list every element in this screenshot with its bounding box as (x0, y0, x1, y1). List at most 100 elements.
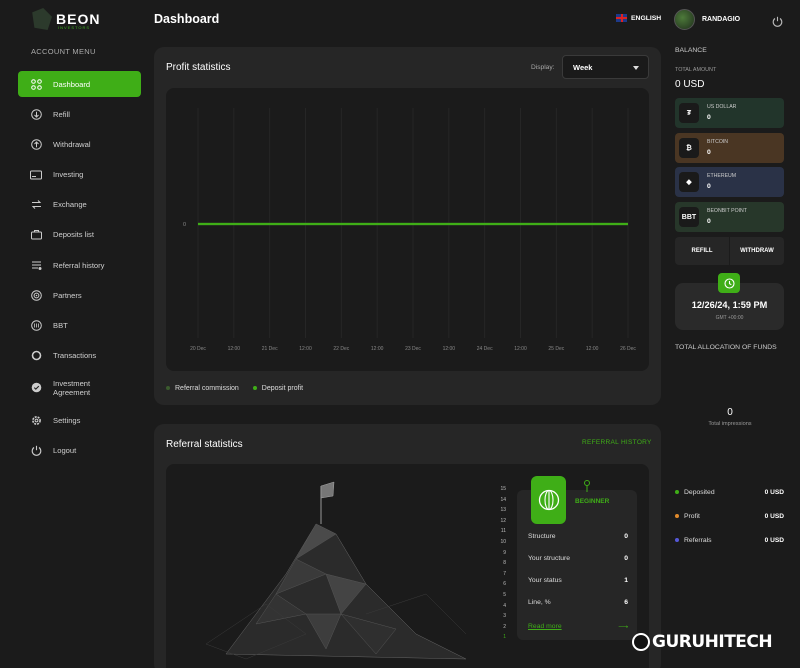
sidebar-item-referral-history[interactable]: Referral history (18, 252, 141, 278)
chart-legend: Referral commission Deposit profit (166, 385, 303, 392)
upload-icon (30, 138, 42, 150)
row-label: Referrals (684, 537, 712, 544)
profit-statistics-card: Profit statistics Display: Week 20 Dec 12… (154, 47, 661, 405)
refill-button[interactable]: REFILL (675, 237, 729, 265)
row-label: Structure (528, 533, 556, 540)
row-value: 1 (624, 577, 628, 584)
target-icon (30, 289, 42, 301)
sidebar-item-deposits-list[interactable]: Deposits list (18, 222, 141, 248)
referral-panel: 15 14 13 12 11 10 9 8 7 6 5 4 3 2 1 BEGI… (166, 464, 649, 668)
clock-icon (718, 273, 740, 293)
wallet-us-dollar[interactable]: ₮ US DOLLAR 0 (675, 98, 784, 128)
uk-flag-icon (616, 14, 627, 22)
total-amount-label: TOTAL AMOUNT (675, 67, 717, 73)
x-tick-label: 25 Dec (548, 346, 564, 352)
ethereum-icon: ◆ (679, 172, 699, 192)
sidebar: BEON INVESTORS ACCOUNT MENU Dashboard Re… (0, 0, 150, 668)
level-tick: 12 (500, 517, 506, 524)
sidebar-item-label: Withdrawal (53, 139, 91, 149)
level-tick: 2 (503, 623, 506, 630)
wallet-name: BEONBIT POINT (707, 208, 747, 214)
status-dot (675, 514, 679, 519)
sidebar-item-investment-agreement[interactable]: Investment Agreement (18, 373, 141, 403)
sidebar-nav: Dashboard Refill Withdrawal Investing Ex… (18, 71, 141, 467)
language-selector[interactable]: ENGLISH (616, 14, 661, 22)
rank-row-structure: Structure 0 (528, 533, 628, 540)
sidebar-item-logout[interactable]: Logout (18, 437, 141, 463)
row-value: 6 (624, 599, 628, 606)
impressions-label: Total impressions (708, 421, 752, 427)
sidebar-item-settings[interactable]: Settings (18, 407, 141, 433)
clock-time: 12/26/24, 1:59 PM (691, 300, 768, 310)
power-icon (30, 444, 42, 456)
account-menu-label: ACCOUNT MENU (31, 47, 96, 56)
rank-row-line-percent: Line, % 6 (528, 599, 628, 606)
card-icon (30, 169, 42, 181)
withdraw-button[interactable]: WITHDRAW (730, 237, 784, 265)
level-tick: 3 (503, 613, 506, 620)
sidebar-item-bbt[interactable]: BBT (18, 313, 141, 339)
legend-item-referral-commission[interactable]: Referral commission (166, 385, 239, 392)
sidebar-item-refill[interactable]: Refill (18, 101, 141, 127)
x-tick-label: 24 Dec (477, 346, 493, 352)
x-tick-label: 26 Dec (620, 346, 636, 352)
allocation-row-deposited: Deposited 0 USD (675, 489, 784, 496)
mountain-illustration (205, 481, 467, 660)
allocation-row-referrals: Referrals 0 USD (675, 537, 784, 544)
x-tick-label: 12:00 (371, 346, 384, 352)
x-tick-label: 12:00 (299, 346, 312, 352)
user-menu[interactable]: RANDAGIO (674, 9, 740, 30)
sidebar-item-label: Partners (53, 290, 82, 300)
logout-power-icon[interactable] (772, 14, 783, 27)
sidebar-item-investing[interactable]: Investing (18, 162, 141, 188)
level-scale: 15 14 13 12 11 10 9 8 7 6 5 4 3 2 1 (496, 484, 506, 643)
x-tick-label: 12:00 (586, 346, 599, 352)
sidebar-item-exchange[interactable]: Exchange (18, 192, 141, 218)
badge-icon (30, 382, 42, 394)
y-tick-label: 0 (183, 222, 186, 228)
legend-label: Deposit profit (261, 385, 304, 392)
referral-statistics-card: Referral statistics REFERRAL HISTORY 15 … (154, 424, 661, 668)
wallet-beonbit-point[interactable]: BBT BEONBIT POINT 0 (675, 202, 784, 232)
globe-icon (538, 489, 559, 511)
sidebar-item-label: Settings (53, 415, 81, 425)
briefcase-icon (30, 229, 42, 241)
page-title: Dashboard (154, 12, 220, 26)
sidebar-item-transactions[interactable]: Transactions (18, 343, 141, 369)
legend-item-deposit-profit[interactable]: Deposit profit (252, 385, 304, 392)
balance-actions: REFILL WITHDRAW (675, 237, 784, 265)
legend-label: Referral commission (175, 385, 239, 392)
wallet-value: 0 (707, 183, 711, 190)
display-label: Display: (531, 64, 555, 71)
rank-row-your-structure: Your structure 0 (528, 555, 628, 562)
profit-chart: 20 Dec 12:00 21 Dec 12:00 22 Dec 12:00 23 Dec 1… (166, 88, 649, 371)
balance-title: BALANCE (675, 47, 707, 54)
rank-name: BEGINNER (575, 498, 610, 505)
wallet-ethereum[interactable]: ◆ ETHEREUM 0 (675, 167, 784, 197)
x-tick-label: 21 Dec (262, 346, 278, 352)
x-tick-label: 23 Dec (405, 346, 421, 352)
language-label: ENGLISH (631, 14, 662, 22)
referral-history-link[interactable]: REFERRAL HISTORY (582, 439, 652, 446)
x-tick-label: 12:00 (228, 346, 241, 352)
sidebar-item-withdrawal[interactable]: Withdrawal (18, 131, 141, 157)
read-more-link[interactable]: Read more ⟶ (528, 623, 628, 631)
sidebar-item-label: Dashboard (53, 79, 91, 89)
sidebar-item-dashboard[interactable]: Dashboard (18, 71, 141, 97)
brand-logo[interactable]: BEON INVESTORS (30, 8, 100, 30)
bbt-icon: BBT (679, 207, 699, 227)
x-tick-label: 20 Dec (190, 346, 206, 352)
rank-badge (531, 476, 566, 524)
chevron-down-icon (633, 66, 639, 70)
wallet-value: 0 (707, 114, 711, 121)
level-tick: 13 (500, 507, 506, 514)
swap-icon (30, 199, 42, 211)
level-tick: 4 (503, 602, 506, 609)
status-dot (675, 538, 679, 543)
gear-icon (30, 414, 42, 426)
display-period-select[interactable]: Week (562, 55, 649, 79)
sidebar-item-label: Exchange (53, 200, 87, 210)
beon-logo-icon (32, 8, 52, 30)
wallet-bitcoin[interactable]: ₿ BITCOIN 0 (675, 133, 784, 163)
sidebar-item-partners[interactable]: Partners (18, 282, 141, 308)
